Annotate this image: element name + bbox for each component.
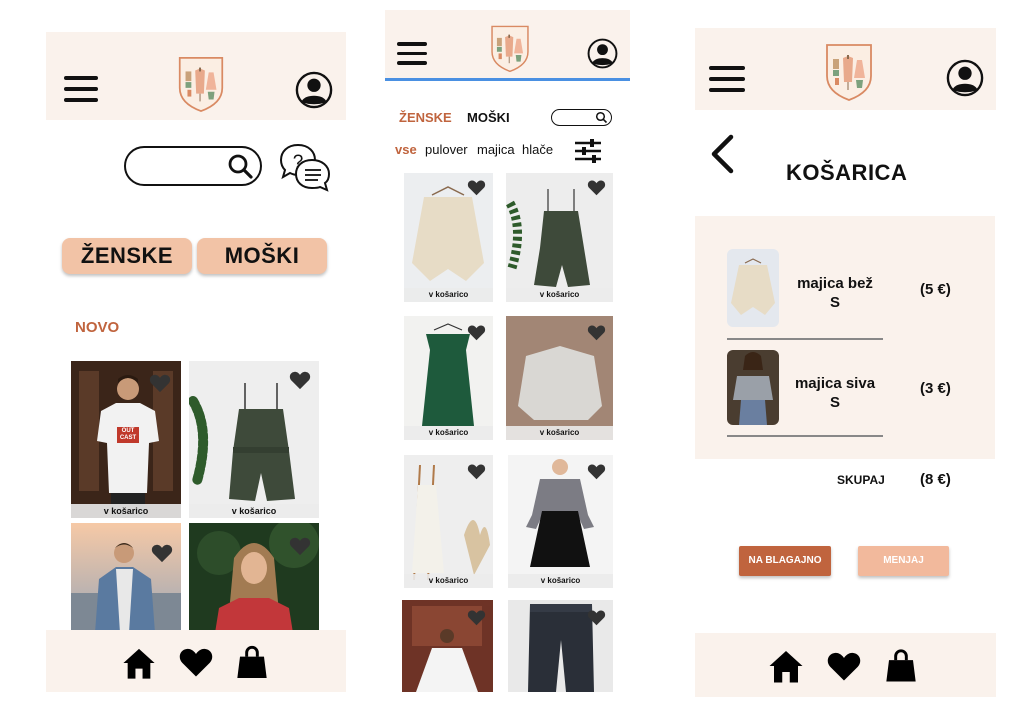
add-to-cart-label[interactable]: v košarico: [506, 426, 613, 440]
category-men-button[interactable]: MOŠKI: [197, 238, 327, 274]
total-label: SKUPAJ: [837, 473, 885, 487]
filter-chip-all[interactable]: vse: [395, 142, 417, 157]
menu-icon[interactable]: [709, 66, 745, 99]
heart-icon[interactable]: [178, 646, 214, 678]
heart-icon[interactable]: [467, 324, 486, 341]
profile-icon[interactable]: [295, 71, 333, 109]
heart-icon[interactable]: [587, 324, 606, 341]
shop-logo: [489, 24, 531, 73]
shop-logo: [823, 42, 875, 102]
add-to-cart-label[interactable]: v košarico: [506, 288, 613, 302]
shop-logo: [176, 55, 226, 113]
filter-chip-sweater[interactable]: pulover: [425, 142, 468, 157]
cart-item-image: [727, 249, 779, 327]
search-icon[interactable]: [227, 153, 254, 180]
page-title: KOŠARICA: [786, 160, 908, 185]
heart-icon[interactable]: [467, 179, 486, 196]
tab-women[interactable]: ŽENSKE: [399, 110, 452, 125]
cart-item-image: [727, 350, 779, 425]
chat-icon[interactable]: ?: [278, 142, 332, 194]
filter-icon[interactable]: [574, 139, 602, 163]
cart-item-size: S: [829, 394, 840, 411]
add-to-cart-label[interactable]: v košarico: [71, 504, 181, 518]
add-to-cart-label[interactable]: v košarico: [508, 574, 613, 588]
category-women-button[interactable]: ŽENSKE: [62, 238, 192, 274]
add-to-cart-label[interactable]: v košarico: [189, 504, 319, 518]
heart-icon[interactable]: [289, 370, 311, 390]
add-to-cart-label[interactable]: v košarico: [404, 288, 493, 302]
cart-item-price: (3 €): [920, 380, 951, 397]
cart-item-price: (5 €): [920, 281, 951, 298]
heart-icon[interactable]: [467, 463, 486, 480]
heart-icon[interactable]: [587, 179, 606, 196]
profile-icon[interactable]: [587, 38, 618, 69]
menu-icon[interactable]: [397, 42, 427, 72]
section-title-new: NOVO: [75, 319, 120, 336]
cart-item-name: majica siva: [794, 375, 876, 392]
heart-icon[interactable]: [826, 650, 862, 682]
swap-button[interactable]: MENJAJ: [858, 546, 949, 576]
divider: [727, 435, 883, 437]
heart-icon[interactable]: [587, 609, 606, 626]
back-icon[interactable]: [709, 134, 735, 174]
total-value: (8 €): [920, 471, 951, 488]
heart-icon[interactable]: [151, 543, 173, 563]
product-card[interactable]: [71, 523, 181, 633]
cart-item-name: majica bež: [797, 275, 873, 292]
add-to-cart-label[interactable]: v košarico: [404, 426, 493, 440]
shirt-print-text: OUT CAST: [119, 428, 137, 441]
profile-icon[interactable]: [946, 59, 984, 97]
filter-chip-trousers[interactable]: hlače: [522, 142, 553, 157]
divider: [727, 338, 883, 340]
filter-chip-shirt[interactable]: majica: [477, 142, 515, 157]
heart-icon[interactable]: [289, 536, 311, 556]
menu-icon[interactable]: [64, 76, 98, 109]
tab-men[interactable]: MOŠKI: [467, 110, 510, 125]
header-divider: [385, 78, 630, 81]
heart-icon[interactable]: [467, 609, 486, 626]
shopping-bag-icon[interactable]: [885, 647, 917, 684]
checkout-button[interactable]: NA BLAGAJNO: [739, 546, 831, 576]
cart-item-size: S: [829, 294, 840, 311]
search-icon[interactable]: [595, 111, 608, 124]
heart-icon[interactable]: [587, 463, 606, 480]
shopping-bag-icon[interactable]: [236, 644, 268, 680]
heart-icon[interactable]: [149, 373, 171, 393]
product-image: [71, 523, 181, 633]
home-icon[interactable]: [768, 648, 804, 684]
add-to-cart-label[interactable]: v košarico: [404, 574, 493, 588]
home-icon[interactable]: [122, 646, 156, 680]
